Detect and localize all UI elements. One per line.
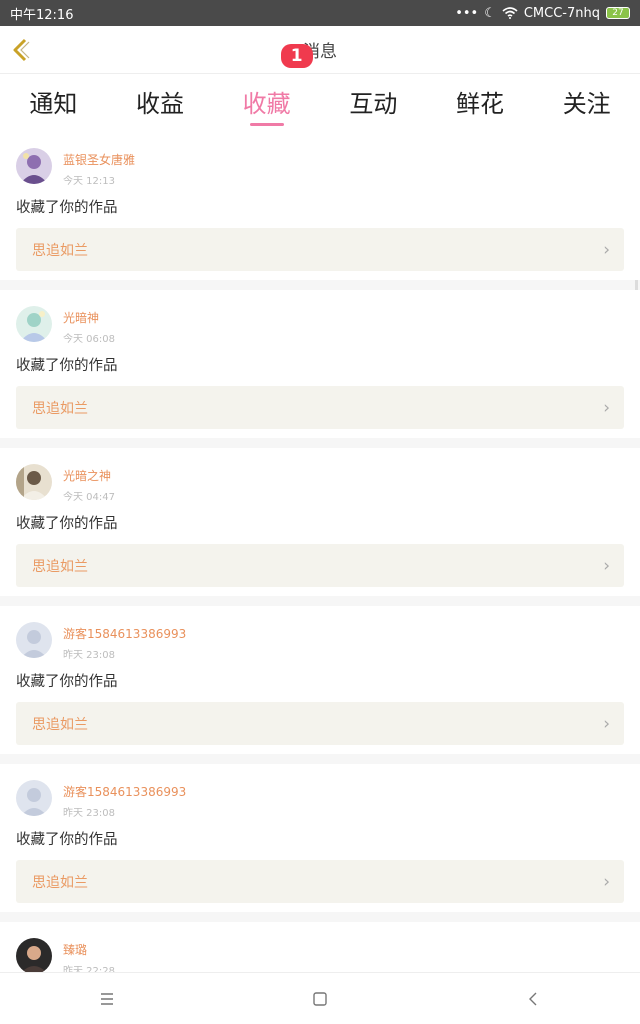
list-item: 游客1584613386993 昨天 23:08 收藏了你的作品 思追如兰 › <box>0 764 640 912</box>
more-dots-icon: ••• <box>455 5 479 21</box>
timestamp: 昨天 23:08 <box>63 650 115 661</box>
battery-icon: 27 <box>606 7 630 19</box>
status-icons: ••• ☾ CMCC-7nhq 27 <box>455 6 630 21</box>
default-avatar-icon <box>16 622 52 658</box>
chevron-right-icon: › <box>603 555 610 576</box>
timestamp: 昨天 22:28 <box>63 966 115 972</box>
tab-notifications[interactable]: 通知 <box>0 74 107 132</box>
tab-favorites[interactable]: 收藏 1 <box>213 44 320 132</box>
user-name[interactable]: 游客1584613386993 <box>63 783 186 800</box>
avatar-image <box>16 148 52 184</box>
unread-badge: 1 <box>280 44 313 68</box>
tab-label: 互动 <box>349 90 398 118</box>
work-link[interactable]: 思追如兰 › <box>16 386 624 429</box>
status-time: 中午12:16 <box>10 7 74 23</box>
tab-flowers[interactable]: 鲜花 <box>427 74 534 132</box>
avatar-image <box>16 464 52 500</box>
user-name[interactable]: 臻璐 <box>63 941 115 958</box>
menu-icon <box>100 992 113 1005</box>
page-header: 消息 <box>0 26 640 74</box>
work-link[interactable]: 思追如兰 › <box>16 702 624 745</box>
chevron-right-icon: › <box>603 397 610 418</box>
timestamp: 今天 06:08 <box>63 334 115 345</box>
chevron-right-icon: › <box>603 239 610 260</box>
work-link[interactable]: 思追如兰 › <box>16 544 624 587</box>
carrier-name: CMCC-7nhq <box>523 5 600 21</box>
chevron-right-icon: › <box>603 713 610 734</box>
action-text: 收藏了你的作品 <box>16 516 118 532</box>
user-name[interactable]: 蓝银圣女唐雅 <box>63 151 135 168</box>
action-text: 收藏了你的作品 <box>16 358 118 374</box>
work-title: 思追如兰 <box>32 242 88 259</box>
work-title: 思追如兰 <box>32 400 88 417</box>
chevron-left-icon <box>13 38 30 62</box>
tab-follows[interactable]: 关注 <box>533 74 640 132</box>
menu-button[interactable] <box>85 979 129 1019</box>
list-item: 蓝银圣女唐雅 今天 12:13 收藏了你的作品 思追如兰 › <box>0 132 640 280</box>
user-name[interactable]: 光暗之神 <box>63 467 115 484</box>
home-button[interactable] <box>298 979 342 1019</box>
avatar[interactable] <box>16 464 52 500</box>
moon-icon: ☾ <box>484 5 496 21</box>
user-name[interactable]: 光暗神 <box>63 309 115 326</box>
avatar[interactable] <box>16 148 52 184</box>
avatar-image <box>16 938 52 972</box>
message-tabs: 通知 收益 收藏 1 互动 鲜花 关注 <box>0 44 640 132</box>
user-name[interactable]: 游客1584613386993 <box>63 625 186 642</box>
timestamp: 今天 12:13 <box>63 176 115 187</box>
back-button[interactable] <box>10 38 32 62</box>
list-item: 光暗神 今天 06:08 收藏了你的作品 思追如兰 › <box>0 290 640 438</box>
tab-label: 收益 <box>136 90 184 118</box>
avatar-image <box>16 306 52 342</box>
message-list[interactable]: 蓝银圣女唐雅 今天 12:13 收藏了你的作品 思追如兰 › 光暗神 今天 06… <box>0 132 640 972</box>
default-avatar-icon <box>16 780 52 816</box>
work-link[interactable]: 思追如兰 › <box>16 860 624 903</box>
action-text: 收藏了你的作品 <box>16 832 118 848</box>
tab-label: 鲜花 <box>456 90 505 118</box>
avatar[interactable] <box>16 938 52 972</box>
tab-label: 通知 <box>29 90 78 118</box>
work-title: 思追如兰 <box>32 874 88 891</box>
system-nav-bar <box>0 972 640 1024</box>
tab-interactions[interactable]: 互动 <box>320 74 427 132</box>
tab-label: 关注 <box>562 90 611 118</box>
active-tab-indicator <box>249 123 284 126</box>
timestamp: 今天 04:47 <box>63 492 115 503</box>
work-title: 思追如兰 <box>32 558 88 575</box>
home-square-icon <box>313 991 327 1006</box>
list-item: 光暗之神 今天 04:47 收藏了你的作品 思追如兰 › <box>0 448 640 596</box>
avatar[interactable] <box>16 780 52 816</box>
tab-label: 收藏 <box>242 90 291 118</box>
action-text: 收藏了你的作品 <box>16 674 118 690</box>
list-item: 游客1584613386993 昨天 23:08 收藏了你的作品 思追如兰 › <box>0 606 640 754</box>
avatar[interactable] <box>16 306 52 342</box>
work-title: 思追如兰 <box>32 716 88 733</box>
action-text: 收藏了你的作品 <box>16 200 118 216</box>
wifi-icon <box>502 7 518 19</box>
chevron-right-icon: › <box>603 871 610 892</box>
tab-earnings[interactable]: 收益 <box>107 74 214 132</box>
list-item: 臻璐 昨天 22:28 <box>0 922 640 972</box>
timestamp: 昨天 23:08 <box>63 808 115 819</box>
avatar[interactable] <box>16 622 52 658</box>
back-triangle-icon <box>529 992 537 1005</box>
status-bar: 中午12:16 ••• ☾ CMCC-7nhq 27 <box>0 0 640 26</box>
work-link[interactable]: 思追如兰 › <box>16 228 624 271</box>
system-back-button[interactable] <box>511 979 555 1019</box>
